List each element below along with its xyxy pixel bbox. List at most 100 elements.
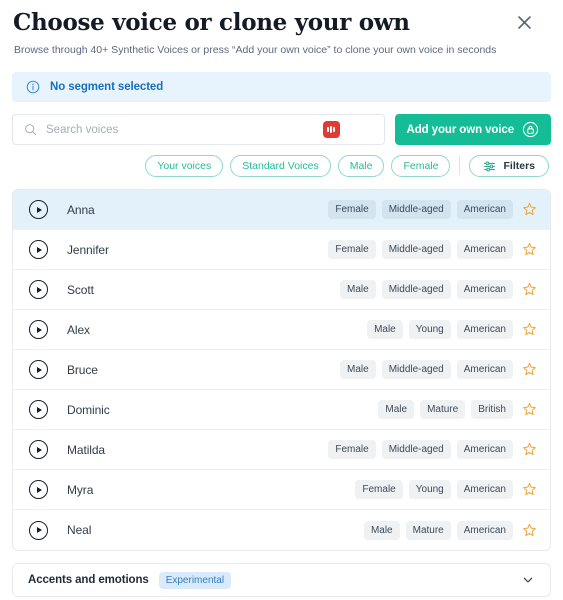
favorite-star-icon[interactable] [522, 322, 537, 337]
filters-button[interactable]: Filters [469, 155, 549, 177]
chip-divider [459, 157, 461, 175]
accordion-title: Accents and emotions [28, 574, 149, 586]
chip-your-voices[interactable]: Your voices [145, 155, 224, 177]
table-row[interactable]: Neal Male Mature American [13, 510, 550, 550]
tag-accent: American [456, 200, 513, 219]
accents-and-emotions-accordion[interactable]: Accents and emotions Experimental [12, 563, 551, 597]
tag-gender: Female [328, 240, 376, 259]
record-waveform-icon[interactable] [322, 121, 340, 138]
tag-accent: American [456, 240, 513, 259]
tag-accent: American [456, 520, 513, 540]
play-icon[interactable] [29, 360, 48, 379]
voice-tags: Male Mature British [378, 400, 513, 419]
banner-text: No segment selected [50, 81, 164, 93]
voice-name: Jennifer [67, 242, 109, 257]
filter-chips-row: Your voices Standard Voices Male Female … [12, 155, 551, 177]
play-icon[interactable] [29, 440, 48, 459]
modal-header: Choose voice or clone your own Browse th… [12, 0, 551, 57]
tag-gender: Male [363, 520, 400, 540]
tag-gender: Male [367, 320, 403, 339]
play-icon[interactable] [29, 200, 48, 219]
tag-accent: American [456, 360, 513, 379]
tag-gender: Female [328, 200, 376, 219]
favorite-star-icon[interactable] [522, 482, 537, 497]
experimental-badge: Experimental [158, 571, 232, 589]
play-icon[interactable] [29, 320, 48, 339]
chevron-down-icon[interactable] [521, 573, 535, 587]
play-icon[interactable] [29, 400, 48, 419]
favorite-star-icon[interactable] [522, 523, 537, 538]
favorite-star-icon[interactable] [522, 442, 537, 457]
favorite-star-icon[interactable] [522, 362, 537, 377]
table-row[interactable]: Myra Female Young American [13, 470, 550, 510]
add-voice-button-label: Add your own voice [406, 123, 515, 136]
tag-accent: American [456, 440, 513, 459]
page-subtitle: Browse through 40+ Synthetic Voices or p… [14, 44, 497, 56]
filters-label: Filters [503, 160, 535, 172]
play-icon[interactable] [29, 240, 48, 259]
table-row[interactable]: Jennifer Female Middle-aged American [13, 230, 550, 270]
chip-female[interactable]: Female [391, 155, 451, 177]
voice-name: Anna [67, 202, 95, 217]
add-your-own-voice-button[interactable]: Add your own voice [394, 114, 551, 145]
table-row[interactable]: Bruce Male Middle-aged American [13, 350, 550, 390]
lock-circle-icon [522, 121, 539, 138]
tag-age: Young [408, 480, 451, 499]
tag-accent: British [471, 400, 513, 419]
voice-tags: Male Young American [367, 320, 513, 339]
favorite-star-icon[interactable] [522, 242, 537, 257]
voice-name: Neal [67, 523, 92, 537]
search-input[interactable] [46, 123, 323, 136]
search-row: Add your own voice [12, 114, 551, 145]
voice-list: Anna Female Middle-aged American Jennifer Fem… [12, 189, 551, 551]
tag-age: Middle-aged [381, 360, 451, 379]
voice-name: Bruce [67, 362, 98, 377]
voice-tags: Male Middle-aged American [340, 360, 513, 379]
choose-voice-modal: Choose voice or clone your own Browse th… [0, 0, 563, 600]
play-icon[interactable] [29, 520, 48, 540]
favorite-star-icon[interactable] [522, 202, 537, 217]
tag-age: Middle-aged [381, 440, 451, 459]
favorite-star-icon[interactable] [522, 282, 537, 297]
tag-gender: Male [378, 400, 415, 419]
voice-tags: Male Middle-aged American [340, 280, 513, 299]
tag-age: Mature [405, 520, 451, 540]
tag-gender: Male [340, 280, 376, 299]
favorite-star-icon[interactable] [522, 402, 537, 417]
no-segment-banner: No segment selected [12, 72, 551, 102]
info-circle-icon [26, 80, 40, 94]
search-box[interactable] [12, 114, 385, 145]
tag-age: Middle-aged [381, 240, 451, 259]
sliders-icon [483, 160, 496, 173]
voice-tags: Female Young American [355, 480, 513, 499]
tag-age: Middle-aged [381, 200, 451, 219]
search-icon [24, 123, 37, 136]
page-title: Choose voice or clone your own [13, 9, 410, 36]
chip-standard-voices[interactable]: Standard Voices [230, 155, 331, 177]
tag-gender: Male [340, 360, 376, 379]
table-row[interactable]: Alex Male Young American [13, 310, 550, 350]
tag-age: Middle-aged [381, 280, 451, 299]
play-icon[interactable] [29, 480, 48, 499]
table-row[interactable]: Scott Male Middle-aged American [13, 270, 550, 310]
voice-tags: Female Middle-aged American [328, 240, 513, 259]
table-row[interactable]: Matilda Female Middle-aged American [13, 430, 550, 470]
table-row[interactable]: Anna Female Middle-aged American [13, 190, 550, 230]
voice-name: Dominic [67, 402, 110, 417]
voice-tags: Male Mature American [363, 520, 513, 540]
chip-male[interactable]: Male [337, 155, 385, 177]
play-icon[interactable] [29, 280, 48, 299]
voice-name: Scott [67, 282, 94, 297]
tag-accent: American [456, 480, 513, 499]
close-icon[interactable] [513, 11, 535, 33]
voice-tags: Female Middle-aged American [328, 200, 513, 219]
voice-tags: Female Middle-aged American [328, 440, 513, 459]
table-row[interactable]: Dominic Male Mature British [13, 390, 550, 430]
voice-name: Matilda [67, 442, 105, 457]
tag-gender: Female [355, 480, 403, 499]
voice-name: Alex [67, 322, 90, 337]
tag-accent: American [456, 280, 513, 299]
tag-gender: Female [328, 440, 376, 459]
tag-age: Mature [420, 400, 466, 419]
tag-accent: American [456, 320, 513, 339]
